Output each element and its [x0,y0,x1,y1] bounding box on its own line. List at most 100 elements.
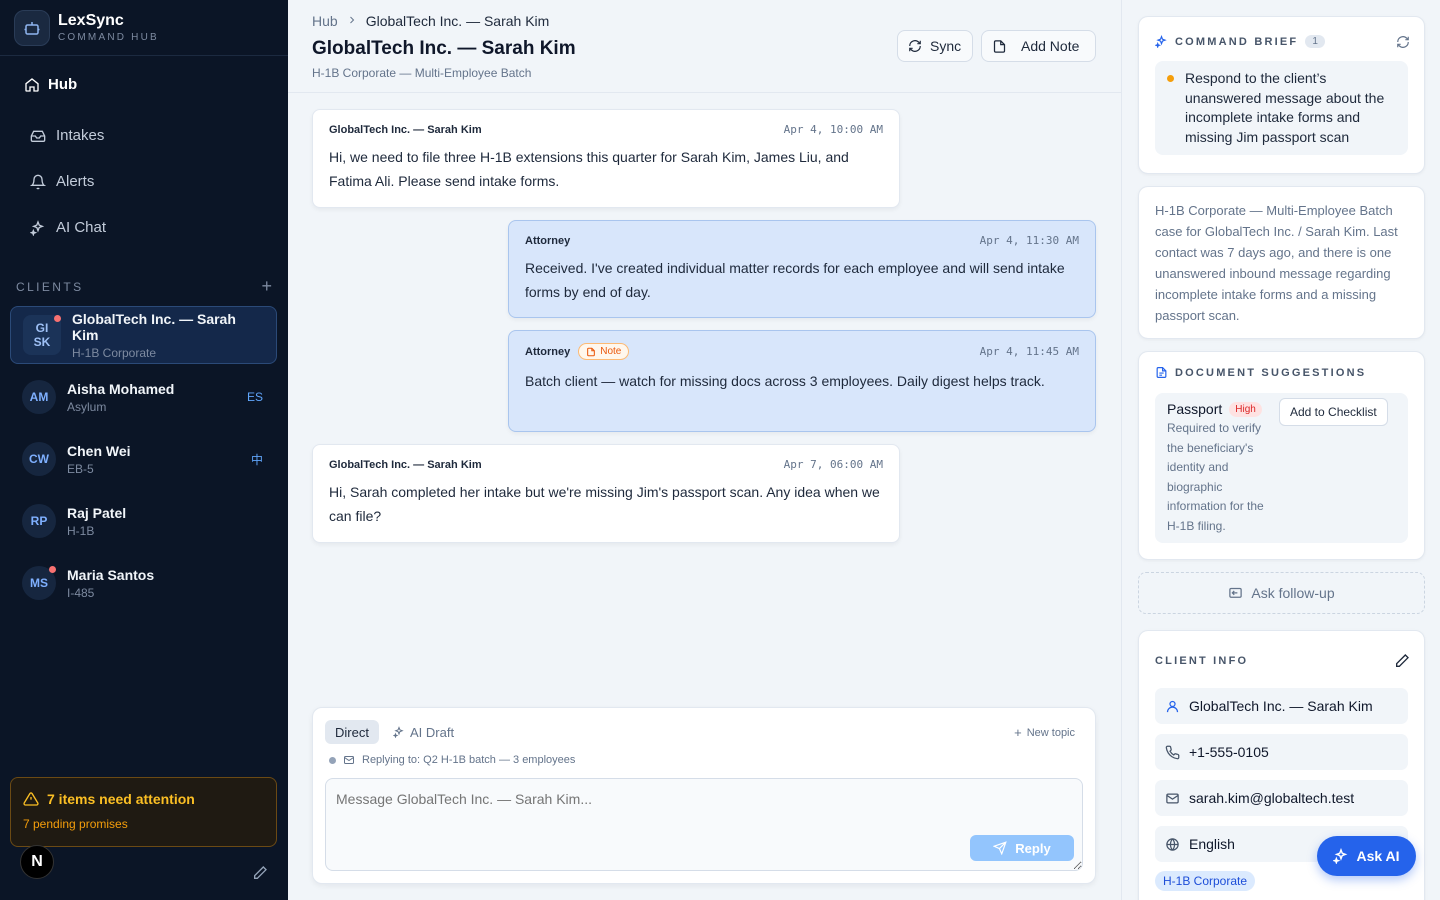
client-item-globaltech[interactable]: GI SK GlobalTech Inc. — Sarah Kim H-1B C… [10,306,277,364]
reply-button[interactable]: Reply [970,835,1074,861]
avatar-initials: RP [30,514,48,528]
attention-sub: 7 pending promises [23,817,128,831]
message-time: Apr 7, 06:00 AM [783,458,883,471]
brief-count-badge: 1 [1305,35,1325,48]
ask-follow-up-button[interactable]: Ask follow-up [1138,572,1425,614]
client-type: H-1B Corporate [72,345,157,360]
client-name: Aisha Mohamed [67,380,175,397]
app-name: LexSync [58,12,124,29]
note-icon [993,39,1006,53]
case-summary: H-1B Corporate — Multi-Employee Batch ca… [1155,203,1398,323]
plus-icon: + [1014,725,1022,740]
phone-icon [1165,745,1180,759]
user-avatar[interactable]: N [20,845,54,879]
client-name: Maria Santos [67,566,155,583]
avatar-initials: CW [29,452,49,466]
refresh-icon [909,40,921,52]
document-description: Required to verify the beneficiary's ide… [1167,421,1264,533]
edit-icon[interactable] [1394,653,1410,672]
new-topic-label: New topic [1026,726,1075,739]
command-brief-heading: COMMAND BRIEF 1 [1139,17,1424,48]
send-icon [993,841,1008,855]
brief-item[interactable]: Respond to the client’s unanswered messa… [1155,61,1408,155]
mode-direct-tab[interactable]: Direct [325,720,379,744]
nav-hub[interactable]: Hub [24,76,77,93]
nav-alerts-label: Alerts [56,173,95,190]
unread-dot [54,315,61,322]
message-body: Batch client — watch for missing docs ac… [525,373,1045,389]
message-body: Hi, Sarah completed her intake but we're… [329,484,880,524]
command-brief-title: COMMAND BRIEF [1175,35,1299,48]
globe-icon [1166,837,1179,851]
note-badge: Note [578,343,630,360]
message-body: Received. I've created individual matter… [525,260,1065,300]
avatar-initials-top: GI [35,321,49,335]
add-to-checklist-button[interactable]: Add to Checklist [1279,398,1388,426]
avatar-initials: AM [29,390,49,404]
breadcrumb-current: GlobalTech Inc. — Sarah Kim [365,13,550,29]
sync-button[interactable]: Sync [897,30,973,62]
sparkles-icon [1155,35,1167,48]
client-item-maria[interactable]: MS Maria Santos I-485 [10,554,277,612]
case-summary-card: H-1B Corporate — Multi-Employee Batch ca… [1138,186,1425,339]
client-info-email[interactable]: sarah.kim@globaltech.test [1155,780,1408,816]
message-sender: Attorney [525,234,571,247]
mail-icon [1166,793,1179,803]
case-type-tag: H-1B Corporate [1155,871,1256,891]
message-sender-name: Attorney [525,345,571,358]
clients-heading: CLIENTS + [16,276,272,297]
home-icon [25,77,39,92]
page-subtitle: H-1B Corporate — Multi-Employee Batch [312,66,532,80]
mail-icon [344,756,354,764]
breadcrumb-root[interactable]: Hub [312,13,338,29]
compose-icon[interactable] [252,865,268,886]
client-info-phone-value: +1-555-0105 [1189,744,1269,760]
client-item-aisha[interactable]: AM Aisha Mohamed Asylum ES [10,368,277,426]
client-item-chen[interactable]: CW Chen Wei EB-5 中 [10,430,277,488]
add-note-button[interactable]: Add Note [981,30,1096,62]
nav-intakes[interactable]: Intakes [30,127,104,144]
client-info-language-value: English [1189,836,1235,852]
client-name: GlobalTech Inc. — Sarah Kim [72,310,236,343]
reply-label: Reply [1015,840,1051,856]
page-title: GlobalTech Inc. — Sarah Kim [312,38,576,59]
user-icon [1166,700,1179,712]
document-suggestions-card: DOCUMENT SUGGESTIONS Passport High Requi… [1138,351,1425,560]
message-client: GlobalTech Inc. — Sarah Kim Apr 7, 06:00… [312,444,900,543]
attention-banner[interactable]: 7 items need attention 7 pending promise… [10,777,277,847]
sparkles-icon [30,219,45,236]
client-type: I-485 [67,585,95,600]
add-client-icon[interactable]: + [261,276,272,297]
message-sender: GlobalTech Inc. — Sarah Kim [329,123,482,136]
nav-intakes-label: Intakes [56,127,105,144]
bot-logo-icon [14,9,50,46]
clients-heading-label: CLIENTS [16,279,84,294]
ask-ai-button[interactable]: Ask AI [1317,836,1416,876]
client-info-phone[interactable]: +1-555-0105 [1155,734,1408,770]
message-input[interactable] [325,778,1083,871]
inbox-icon [30,130,46,142]
ask-ai-label: Ask AI [1356,848,1400,864]
client-item-raj[interactable]: RP Raj Patel H-1B [10,492,277,550]
avatar-initials: MS [30,576,48,590]
replying-to: Replying to: Q2 H-1B batch — 3 employees [329,754,575,766]
composer: Direct AI Draft + New topic Replying to:… [312,707,1096,884]
nav-ai-chat[interactable]: AI Chat [30,219,106,236]
message-attorney: Attorney Apr 4, 11:30 AM Received. I've … [508,220,1096,318]
new-topic-button[interactable]: + New topic [1014,725,1075,740]
mode-ai-draft-tab[interactable]: AI Draft [393,720,454,744]
avatar: MS [22,566,56,600]
sync-label: Sync [930,38,962,54]
brief-item-text: Respond to the client’s unanswered messa… [1185,70,1385,145]
message-attorney-note: Attorney Note Apr 4, 11:45 AM Batch clie… [508,330,1096,432]
note-badge-label: Note [600,346,622,357]
ask-follow-up-label: Ask follow-up [1251,585,1335,601]
refresh-icon[interactable] [1396,35,1410,52]
priority-badge: High [1229,401,1262,417]
message-reply-icon [1229,587,1243,598]
nav-alerts[interactable]: Alerts [30,173,94,190]
client-info-email-value: sarah.kim@globaltech.test [1189,790,1355,806]
brand: LexSync COMMAND HUB [0,0,288,56]
message-time: Apr 4, 11:30 AM [979,234,1079,247]
sparkles-icon [393,726,404,738]
